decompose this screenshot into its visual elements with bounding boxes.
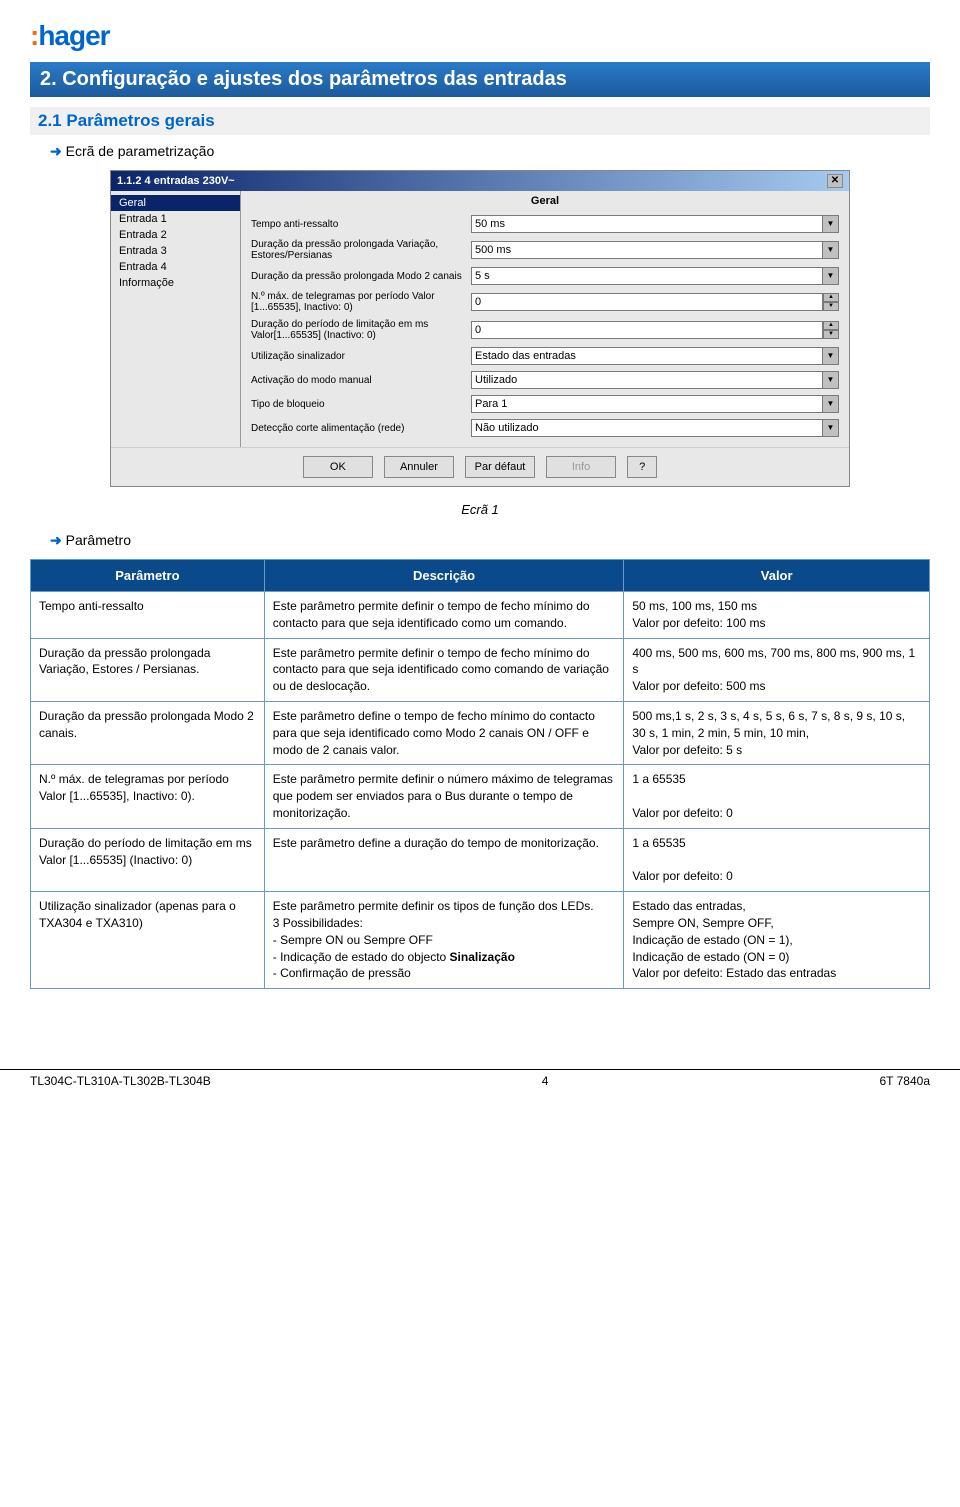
close-icon[interactable]: ✕: [827, 174, 843, 188]
default-button[interactable]: Par défaut: [465, 456, 535, 478]
dialog-title-text: 1.1.2 4 entradas 230V~: [117, 175, 235, 187]
dialog-titlebar: 1.1.2 4 entradas 230V~ ✕: [111, 171, 849, 191]
chevron-down-icon[interactable]: ▼: [823, 395, 839, 413]
cell-parametro: Duração da pressão prolongada Variação, …: [31, 638, 265, 701]
dialog-row: Utilização sinalizador ▼: [251, 347, 839, 365]
chevron-down-icon[interactable]: ▼: [823, 215, 839, 233]
dialog-tree[interactable]: Geral Entrada 1 Entrada 2 Entrada 3 Entr…: [111, 191, 241, 447]
field-label: Utilização sinalizador: [251, 351, 471, 362]
tree-item[interactable]: Informaçõe: [111, 275, 240, 291]
combo-input[interactable]: [471, 215, 823, 233]
cell-parametro: N.º máx. de telegramas por período Valor…: [31, 765, 265, 828]
combo-input[interactable]: [471, 241, 823, 259]
field-label: Duração da pressão prolongada Variação, …: [251, 239, 471, 261]
chevron-down-icon[interactable]: ▼: [823, 347, 839, 365]
field-label: Tipo de bloqueio: [251, 399, 471, 410]
table-row: N.º máx. de telegramas por período Valor…: [31, 765, 930, 828]
table-row: Duração da pressão prolongada Variação, …: [31, 638, 930, 701]
cell-parametro: Utilização sinalizador (apenas para o TX…: [31, 892, 265, 989]
footer-right: 6T 7840a: [880, 1074, 931, 1088]
cell-descricao: Este parâmetro permite definir os tipos …: [264, 892, 624, 989]
cell-valor: 1 a 65535 Valor por defeito: 0: [624, 828, 930, 891]
chevron-down-icon[interactable]: ▼: [823, 419, 839, 437]
dialog-row: Activação do modo manual ▼: [251, 371, 839, 389]
combo-input[interactable]: [471, 395, 823, 413]
logo-text: hager: [38, 20, 109, 51]
col-descricao: Descrição: [264, 560, 624, 592]
cell-parametro: Duração do período de limitação em ms Va…: [31, 828, 265, 891]
spin-down-icon[interactable]: ▼: [823, 302, 839, 311]
spin-input[interactable]: [471, 293, 823, 311]
parameter-table: Parâmetro Descrição Valor Tempo anti-res…: [30, 559, 930, 989]
dialog-row: Duração do período de limitação em ms Va…: [251, 319, 839, 341]
footer-left: TL304C-TL310A-TL302B-TL304B: [30, 1074, 211, 1088]
ok-button[interactable]: OK: [303, 456, 373, 478]
spin-up-icon[interactable]: ▲: [823, 293, 839, 302]
table-row: Duração do período de limitação em ms Va…: [31, 828, 930, 891]
tree-item[interactable]: Entrada 3: [111, 243, 240, 259]
field-label: Detecção corte alimentação (rede): [251, 423, 471, 434]
dialog-row: N.º máx. de telegramas por período Valor…: [251, 291, 839, 313]
figure-caption: Ecrã 1: [30, 502, 930, 517]
chevron-down-icon[interactable]: ▼: [823, 371, 839, 389]
dialog-row: Tempo anti-ressalto ▼: [251, 215, 839, 233]
cell-descricao: Este parâmetro permite definir o tempo d…: [264, 638, 624, 701]
field-label: Duração da pressão prolongada Modo 2 can…: [251, 271, 471, 282]
cell-descricao: Este parâmetro permite definir o número …: [264, 765, 624, 828]
parameter-dialog: 1.1.2 4 entradas 230V~ ✕ Geral Entrada 1…: [110, 170, 850, 487]
cell-descricao: Este parâmetro define a duração do tempo…: [264, 828, 624, 891]
col-parametro: Parâmetro: [31, 560, 265, 592]
tree-item[interactable]: Entrada 4: [111, 259, 240, 275]
combo-input[interactable]: [471, 267, 823, 285]
table-row: Utilização sinalizador (apenas para o TX…: [31, 892, 930, 989]
help-button[interactable]: ?: [627, 456, 657, 478]
arrow-parametro: Parâmetro: [50, 532, 930, 549]
table-row: Tempo anti-ressaltoEste parâmetro permit…: [31, 592, 930, 639]
cancel-button[interactable]: Annuler: [384, 456, 454, 478]
dialog-panel-title: Geral: [251, 195, 839, 207]
dialog-row: Tipo de bloqueio ▼: [251, 395, 839, 413]
logo: :hager: [30, 20, 930, 52]
cell-valor: 400 ms, 500 ms, 600 ms, 700 ms, 800 ms, …: [624, 638, 930, 701]
table-row: Duração da pressão prolongada Modo 2 can…: [31, 701, 930, 764]
field-label: Duração do período de limitação em ms Va…: [251, 319, 471, 341]
footer-center: 4: [542, 1074, 549, 1088]
tree-item[interactable]: Entrada 1: [111, 211, 240, 227]
dialog-button-bar: OK Annuler Par défaut Info ?: [111, 447, 849, 486]
info-button[interactable]: Info: [546, 456, 616, 478]
spin-up-icon[interactable]: ▲: [823, 321, 839, 330]
tree-item-geral[interactable]: Geral: [111, 195, 240, 211]
dialog-row: Detecção corte alimentação (rede) ▼: [251, 419, 839, 437]
dialog-row: Duração da pressão prolongada Modo 2 can…: [251, 267, 839, 285]
chevron-down-icon[interactable]: ▼: [823, 267, 839, 285]
cell-valor: 500 ms,1 s, 2 s, 3 s, 4 s, 5 s, 6 s, 7 s…: [624, 701, 930, 764]
field-label: Tempo anti-ressalto: [251, 219, 471, 230]
arrow-ecra: Ecrã de parametrização: [50, 143, 930, 160]
combo-input[interactable]: [471, 419, 823, 437]
combo-input[interactable]: [471, 371, 823, 389]
cell-parametro: Duração da pressão prolongada Modo 2 can…: [31, 701, 265, 764]
chevron-down-icon[interactable]: ▼: [823, 241, 839, 259]
cell-descricao: Este parâmetro permite definir o tempo d…: [264, 592, 624, 639]
cell-parametro: Tempo anti-ressalto: [31, 592, 265, 639]
field-label: N.º máx. de telegramas por período Valor…: [251, 291, 471, 313]
cell-valor: Estado das entradas, Sempre ON, Sempre O…: [624, 892, 930, 989]
section-header: 2. Configuração e ajustes dos parâmetros…: [30, 62, 930, 97]
col-valor: Valor: [624, 560, 930, 592]
spin-down-icon[interactable]: ▼: [823, 330, 839, 339]
tree-item[interactable]: Entrada 2: [111, 227, 240, 243]
cell-valor: 1 a 65535 Valor por defeito: 0: [624, 765, 930, 828]
spin-input[interactable]: [471, 321, 823, 339]
subsection-header: 2.1 Parâmetros gerais: [30, 107, 930, 135]
field-label: Activação do modo manual: [251, 375, 471, 386]
cell-valor: 50 ms, 100 ms, 150 ms Valor por defeito:…: [624, 592, 930, 639]
combo-input[interactable]: [471, 347, 823, 365]
page-footer: TL304C-TL310A-TL302B-TL304B 4 6T 7840a: [0, 1069, 960, 1108]
dialog-row: Duração da pressão prolongada Variação, …: [251, 239, 839, 261]
cell-descricao: Este parâmetro define o tempo de fecho m…: [264, 701, 624, 764]
